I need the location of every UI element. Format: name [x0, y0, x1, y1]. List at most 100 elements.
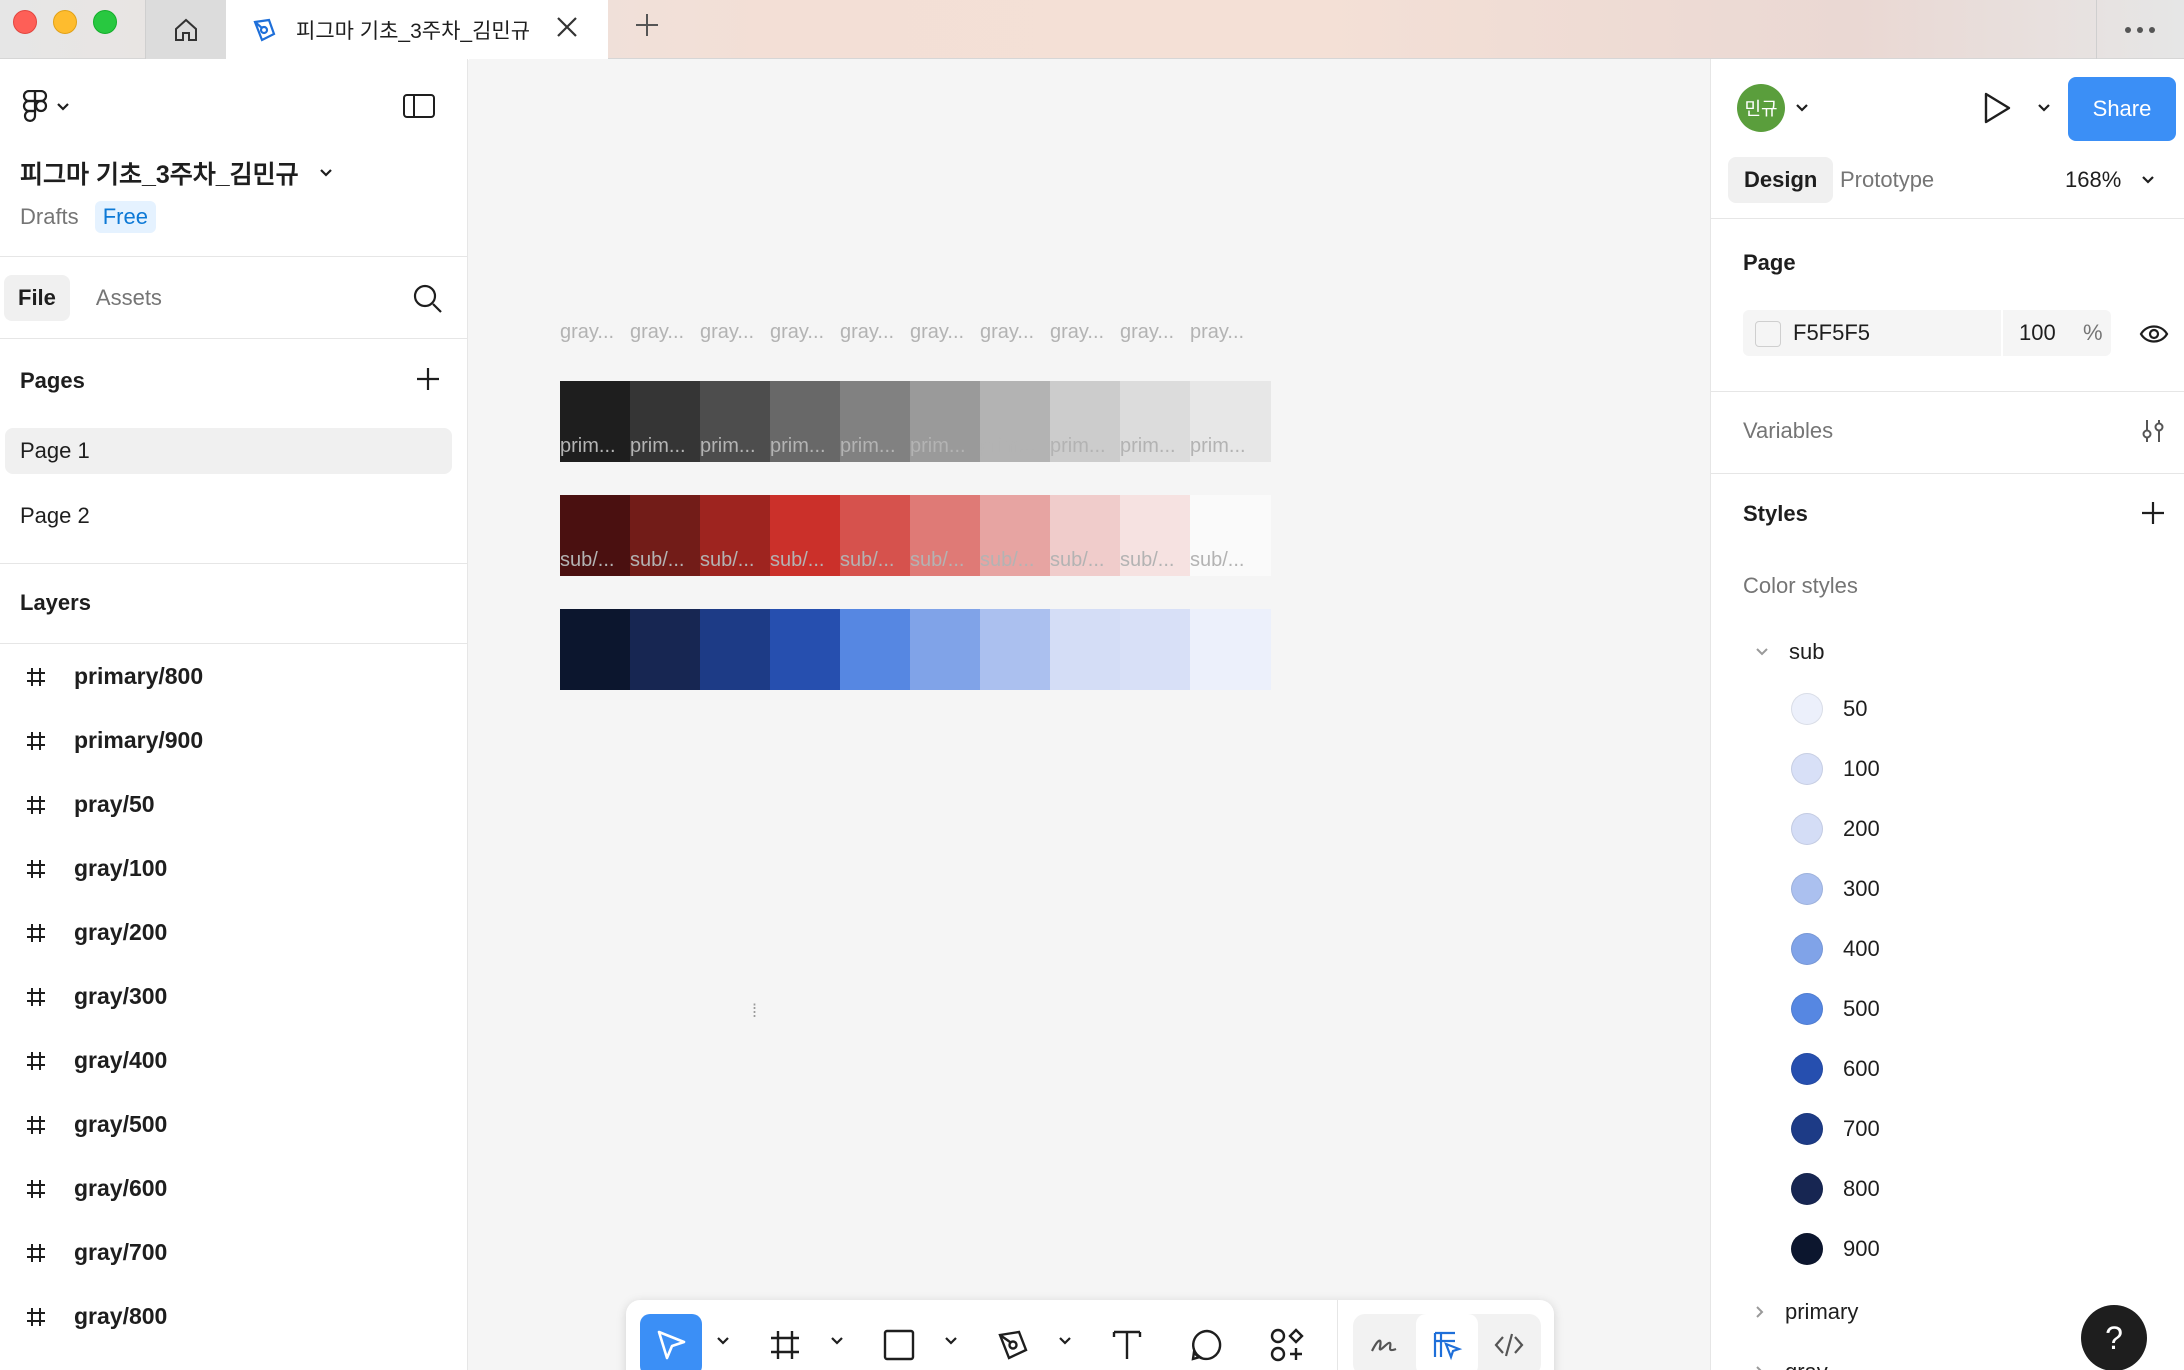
color-styles-heading: Color styles: [1743, 573, 1858, 598]
play-icon[interactable]: [1981, 91, 2013, 125]
eye-icon[interactable]: [2139, 323, 2169, 345]
color-swatch-frame[interactable]: [980, 609, 1061, 690]
color-swatch-frame[interactable]: [1050, 609, 1131, 690]
sidebar-toggle-icon[interactable]: [402, 93, 436, 119]
plus-icon[interactable]: [2139, 499, 2167, 527]
home-tab-button[interactable]: [146, 0, 226, 59]
color-swatch-frame[interactable]: [910, 609, 991, 690]
dev-mode-button[interactable]: [1478, 1314, 1540, 1370]
color-swatch-frame[interactable]: [1190, 609, 1271, 690]
zoom-level: 168%: [2065, 167, 2122, 192]
color-swatch-frame[interactable]: [630, 609, 711, 690]
style-group-label: primary: [1785, 1299, 1859, 1324]
drafts-link[interactable]: Drafts: [20, 204, 79, 230]
canvas[interactable]: ⁞ gray... gray... gray... gray... gray... gra…: [469, 59, 1710, 1370]
tab-assets[interactable]: Assets: [82, 275, 176, 321]
color-style-row[interactable]: 700: [1791, 1113, 1880, 1145]
main-menu-button[interactable]: [22, 90, 70, 124]
file-tab[interactable]: 피그마 기초_3주차_김민규: [226, 0, 608, 60]
layer-row[interactable]: gray/800: [0, 1284, 467, 1348]
plus-icon[interactable]: [414, 365, 442, 393]
color-swatch-frame[interactable]: [840, 609, 921, 690]
variables-icon[interactable]: [2139, 417, 2167, 445]
color-style-row[interactable]: 300: [1791, 873, 1880, 905]
color-style-row[interactable]: 50: [1791, 693, 1867, 725]
color-style-row[interactable]: 200: [1791, 813, 1880, 845]
variables-heading[interactable]: Variables: [1743, 418, 1833, 444]
draw-mode-button[interactable]: [1353, 1314, 1415, 1370]
help-button[interactable]: ?: [2081, 1305, 2147, 1370]
layer-row[interactable]: gray/400: [0, 1028, 467, 1092]
tab-design[interactable]: Design: [1728, 157, 1834, 203]
chevron-down-icon[interactable]: [1058, 1336, 1072, 1346]
tab-prototype[interactable]: Prototype: [1824, 157, 1950, 203]
frame-tool-button[interactable]: [754, 1314, 816, 1370]
more-options-button[interactable]: [2096, 0, 2184, 59]
frame-tool-icon: [771, 1331, 799, 1359]
share-button[interactable]: Share: [2068, 77, 2176, 141]
text-tool-button[interactable]: [1096, 1314, 1158, 1370]
fill-hex-value[interactable]: F5F5F5: [1793, 320, 1870, 346]
move-tool-button[interactable]: [640, 1314, 702, 1370]
style-group-sub[interactable]: sub: [1755, 639, 1824, 665]
fill-divider: [2001, 310, 2003, 356]
layer-row[interactable]: primary/800: [0, 644, 467, 708]
color-style-row[interactable]: 800: [1791, 1173, 1880, 1205]
new-tab-icon[interactable]: [630, 8, 664, 42]
color-style-row[interactable]: 600: [1791, 1053, 1880, 1085]
left-panel: 피그마 기초_3주차_김민규 Drafts Free File Assets P…: [0, 59, 468, 1370]
comment-tool-button[interactable]: [1176, 1314, 1238, 1370]
minimize-window-button[interactable]: [53, 10, 77, 34]
zoom-menu[interactable]: 168%: [2065, 167, 2155, 193]
avatar[interactable]: 민규: [1737, 84, 1785, 132]
home-icon: [175, 18, 197, 41]
color-style-swatch: [1791, 693, 1823, 725]
pen-file-icon: [253, 18, 276, 42]
design-mode-button[interactable]: [1416, 1314, 1478, 1370]
fill-opacity-value[interactable]: 100: [2019, 320, 2056, 346]
layer-row[interactable]: gray/600: [0, 1156, 467, 1220]
layer-row[interactable]: gray/100: [0, 836, 467, 900]
swatch-label: gray...: [1120, 321, 1175, 343]
tab-file[interactable]: File: [4, 275, 70, 321]
chevron-down-icon[interactable]: [830, 1336, 844, 1346]
color-style-row[interactable]: 900: [1791, 1233, 1880, 1265]
file-name-menu[interactable]: 피그마 기초_3주차_김민규: [20, 155, 333, 191]
layer-row[interactable]: gray/200: [0, 900, 467, 964]
swatch-label: sub/...: [980, 549, 1035, 571]
layer-row[interactable]: gray/300: [0, 964, 467, 1028]
color-swatch-frame[interactable]: [560, 609, 641, 690]
chevron-down-icon[interactable]: [944, 1336, 958, 1346]
close-window-button[interactable]: [13, 10, 37, 34]
color-style-row[interactable]: 100: [1791, 753, 1880, 785]
color-style-row[interactable]: 400: [1791, 933, 1880, 965]
layer-row[interactable]: gray/900: [0, 1348, 467, 1370]
close-icon[interactable]: [552, 12, 582, 42]
page-item-2[interactable]: Page 2: [5, 493, 452, 539]
color-style-row[interactable]: 500: [1791, 993, 1880, 1025]
chevron-down-icon[interactable]: [2037, 103, 2051, 113]
fullscreen-window-button[interactable]: [93, 10, 117, 34]
color-swatch-frame[interactable]: [700, 609, 781, 690]
page-item-1[interactable]: Page 1: [5, 428, 452, 474]
plan-badge[interactable]: Free: [94, 201, 156, 233]
layer-row[interactable]: primary/900: [0, 708, 467, 772]
pen-tool-button[interactable]: [982, 1314, 1044, 1370]
style-group-gray[interactable]: gray: [1755, 1359, 1828, 1370]
canvas-resize-handle[interactable]: ⁞: [752, 1002, 757, 1020]
search-icon[interactable]: [412, 283, 444, 315]
layer-row[interactable]: gray/700: [0, 1220, 467, 1284]
color-swatch-frame[interactable]: [770, 609, 851, 690]
layer-row[interactable]: gray/500: [0, 1092, 467, 1156]
color-style-label: 600: [1843, 1056, 1880, 1081]
style-group-primary[interactable]: primary: [1755, 1299, 1858, 1325]
fill-color-swatch[interactable]: [1755, 321, 1781, 347]
color-swatch-frame[interactable]: [1120, 609, 1201, 690]
chevron-down-icon[interactable]: [716, 1336, 730, 1346]
chevron-down-icon[interactable]: [1795, 103, 1809, 113]
rectangle-tool-button[interactable]: [868, 1314, 930, 1370]
page-fill-row[interactable]: F5F5F5 100 %: [1743, 310, 2111, 356]
layer-row[interactable]: pray/50: [0, 772, 467, 836]
swatch-label: prim...: [1050, 435, 1106, 457]
actions-button[interactable]: [1256, 1314, 1318, 1370]
